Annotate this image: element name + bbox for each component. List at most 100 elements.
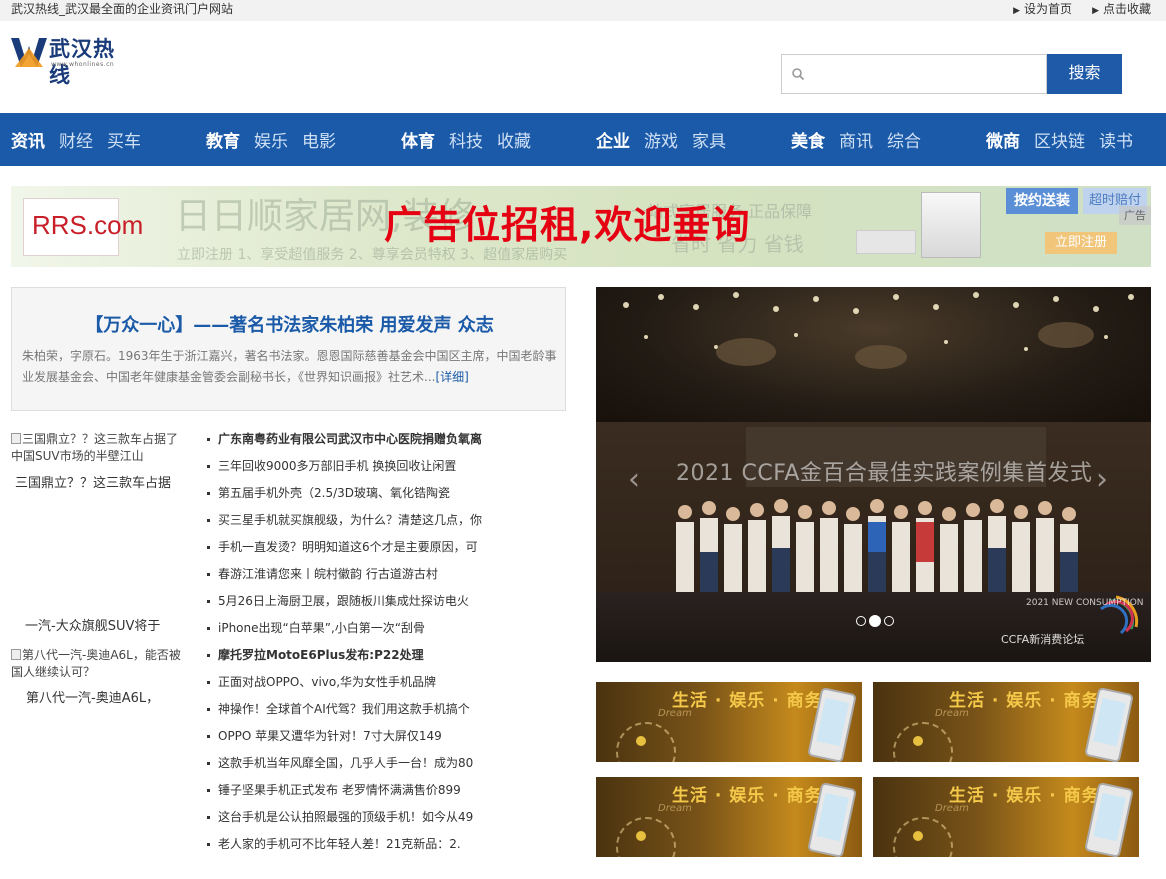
- bullet-icon: [207, 843, 210, 846]
- news-title: 正面对战OPPO、vivo,华为女性手机品牌: [218, 675, 437, 689]
- news-item[interactable]: 摩托罗拉MotoE6Plus发布:P22处理: [205, 646, 495, 673]
- image-caption-1[interactable]: 三国鼎立？？这三款车占据: [15, 475, 171, 493]
- news-item[interactable]: 老人家的手机可不比年轻人差！21克新品：2.: [205, 835, 495, 862]
- news-title: 买三星手机就买旗舰级，为什么？清楚这几点，你: [218, 513, 483, 527]
- forum-en: 2021 NEW CONSUMPTION FORUM: [1026, 598, 1146, 608]
- bullet-icon: [207, 681, 210, 684]
- mini-banner-3[interactable]: 生活 · 娱乐 · 商务 Dream: [596, 777, 862, 857]
- car-image-3[interactable]: 第八代一汽-奥迪A6L，能否被国人继续认可？: [11, 647, 186, 681]
- news-item[interactable]: OPPO 苹果又遭华为针对！7寸大屏仅149: [205, 727, 495, 754]
- bullet-icon: [207, 573, 210, 576]
- image-caption-2[interactable]: 一汽-大众旗舰SUV将于: [25, 618, 160, 636]
- bullet-icon: [207, 654, 210, 657]
- slider-prev-button[interactable]: ‹: [628, 465, 640, 495]
- nav-item[interactable]: 综合: [887, 127, 921, 152]
- dot-decoration: [636, 831, 646, 841]
- rrs-brand: RRS.com: [32, 210, 144, 240]
- main-nav: 资讯 财经 买车 教育 娱乐 电影 体育 科技 收藏 企业 游戏 家具 美食 商…: [0, 113, 1166, 166]
- bullet-icon: [207, 546, 210, 549]
- ad-banner[interactable]: RRS.com 日日顺家居网,装修 立即注册 1、享受超值服务 2、尊享会员特权…: [11, 186, 1151, 267]
- group-photo: [676, 499, 1078, 592]
- news-item[interactable]: 5月26日上海厨卫展，跟随板川集成灶探访电火: [205, 592, 495, 619]
- featured-more-link[interactable]: [详细]: [435, 370, 468, 384]
- nav-item[interactable]: 买车: [107, 127, 141, 152]
- nav-item[interactable]: 科技: [449, 127, 483, 152]
- news-item[interactable]: 第五届手机外壳（2.5/3D玻璃、氧化锆陶瓷: [205, 484, 495, 511]
- news-title: 神操作！全球首个AI代驾？我们用这款手机搞个: [218, 702, 470, 716]
- news-title: 这款手机当年风靡全国，几乎人手一台！成为80: [218, 756, 474, 770]
- nav-item[interactable]: 家具: [692, 127, 726, 152]
- bullet-icon: [207, 789, 210, 792]
- news-item[interactable]: 三年回收9000多万部旧手机 换换回收让闲置: [205, 457, 495, 484]
- news-item[interactable]: 正面对战OPPO、vivo,华为女性手机品牌: [205, 673, 495, 700]
- news-item[interactable]: 买三星手机就买旗舰级，为什么？清楚这几点，你: [205, 511, 495, 538]
- forum-logo: 2021 NEW CONSUMPTION FORUM CCFA新消费论坛: [1001, 595, 1146, 646]
- search-box: [781, 54, 1047, 94]
- mini-banner-4[interactable]: 生活 · 娱乐 · 商务 Dream: [873, 777, 1139, 857]
- ad-tag: 广告: [1119, 206, 1151, 225]
- nav-item[interactable]: 娱乐: [254, 127, 288, 152]
- nav-item[interactable]: 企业: [596, 127, 630, 152]
- featured-desc: 朱柏荣，字原石。1963年生于浙江嘉兴，著名书法家。恩恩国际慈善基金会中国区主席…: [22, 346, 557, 388]
- logo-mark-icon: [11, 38, 47, 67]
- nav-group-2: 教育 娱乐 电影: [206, 113, 336, 166]
- circle-decoration: [616, 722, 676, 762]
- nav-item[interactable]: 读书: [1099, 127, 1133, 152]
- mini-banner-1[interactable]: 生活 · 娱乐 · 商务 Dream: [596, 682, 862, 762]
- news-item[interactable]: 神操作！全球首个AI代驾？我们用这款手机搞个: [205, 700, 495, 727]
- nav-item[interactable]: 区块链: [1034, 127, 1085, 152]
- dot-decoration: [913, 831, 923, 841]
- nav-item[interactable]: 资讯: [11, 127, 45, 152]
- mini-banner-text: 生活 · 娱乐 · 商务: [949, 786, 1100, 806]
- set-homepage-link[interactable]: ▶ 设为首页: [1013, 0, 1072, 20]
- site-logo[interactable]: 武汉热线 www.whonlines.cn: [11, 34, 131, 87]
- slider-dot[interactable]: [856, 616, 866, 626]
- nav-item[interactable]: 财经: [59, 127, 93, 152]
- install-badge: 按约送装: [1006, 188, 1078, 214]
- register-button[interactable]: 立即注册: [1045, 232, 1117, 254]
- nav-item[interactable]: 电影: [302, 127, 336, 152]
- search-input[interactable]: [812, 59, 1038, 89]
- news-item[interactable]: iPhone出现“白苹果”,小白第一次“刮骨: [205, 619, 495, 646]
- image-slider[interactable]: 2021 CCFA金百合最佳实践案例集首发式 2021 NEW CONSUMPT…: [596, 287, 1151, 662]
- nav-item[interactable]: 体育: [401, 127, 435, 152]
- nav-group-3: 体育 科技 收藏: [401, 113, 531, 166]
- triangle-right-icon: ▶: [1013, 6, 1021, 16]
- slider-dot[interactable]: [884, 616, 894, 626]
- fridge-image: [921, 192, 981, 258]
- ceiling-lights: [623, 292, 1134, 369]
- broken-image-icon: [11, 649, 21, 660]
- mini-banner-sub: Dream: [658, 708, 692, 719]
- news-item[interactable]: 手机一直发烫？明明知道这6个才是主要原因，可: [205, 538, 495, 565]
- mini-banner-2[interactable]: 生活 · 娱乐 · 商务 Dream: [873, 682, 1139, 762]
- news-title: 第五届手机外壳（2.5/3D玻璃、氧化锆陶瓷: [218, 486, 451, 500]
- mini-banner-text: 生活 · 娱乐 · 商务: [672, 786, 823, 806]
- image-alt-text: 三国鼎立？？这三款车占据了中国SUV市场的半壁江山: [11, 432, 179, 463]
- nav-item[interactable]: 教育: [206, 127, 240, 152]
- dot-decoration: [913, 736, 923, 746]
- bullet-icon: [207, 708, 210, 711]
- search-icon: [792, 68, 805, 81]
- car-image-1[interactable]: 三国鼎立？？这三款车占据了中国SUV市场的半壁江山: [11, 431, 186, 465]
- nav-item[interactable]: 美食: [791, 127, 825, 152]
- mini-banner-sub: Dream: [935, 803, 969, 814]
- image-caption-3[interactable]: 第八代一汽-奥迪A6L，: [26, 690, 159, 708]
- nav-item[interactable]: 微商: [986, 127, 1020, 152]
- nav-item[interactable]: 商讯: [839, 127, 873, 152]
- news-item[interactable]: 这款手机当年风靡全国，几乎人手一台！成为80: [205, 754, 495, 781]
- slider-next-button[interactable]: ›: [1096, 465, 1108, 495]
- nav-item[interactable]: 游戏: [644, 127, 678, 152]
- bullet-icon: [207, 762, 210, 765]
- news-title: 老人家的手机可不比年轻人差！21克新品：2.: [218, 837, 461, 851]
- news-item[interactable]: 锤子坚果手机正式发布 老罗情怀满满售价899: [205, 781, 495, 808]
- featured-title[interactable]: 【万众一心】——著名书法家朱柏荣 用爱发声 众志: [12, 314, 567, 338]
- search-button[interactable]: 搜索: [1047, 54, 1122, 94]
- news-item[interactable]: 春游江淮请您来丨皖村徽韵 行古道游古村: [205, 565, 495, 592]
- nav-item[interactable]: 收藏: [497, 127, 531, 152]
- slider-dot-active[interactable]: [869, 615, 881, 627]
- bookmark-link[interactable]: ▶ 点击收藏: [1092, 0, 1151, 20]
- slider-dots: [856, 615, 894, 627]
- news-item[interactable]: 这台手机是公认拍照最强的顶级手机！如今从49: [205, 808, 495, 835]
- news-item[interactable]: 广东南粤药业有限公司武汉市中心医院捐赠负氧离: [205, 430, 495, 457]
- broken-image-icon: [11, 433, 21, 444]
